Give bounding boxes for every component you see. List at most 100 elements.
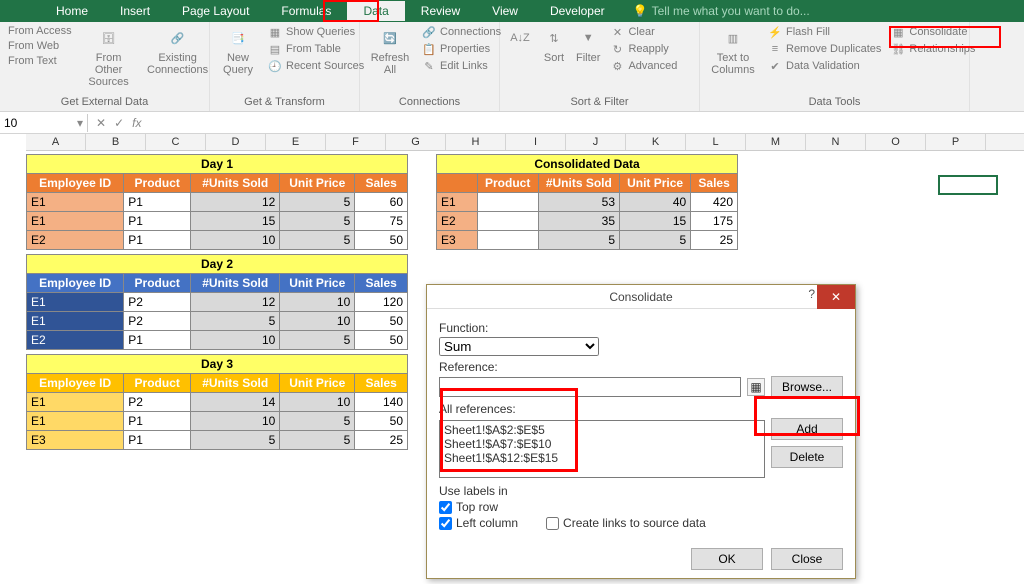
- close-button[interactable]: Close: [771, 548, 843, 570]
- from-text-button[interactable]: From Text: [6, 54, 74, 68]
- sort-button[interactable]: ⇅Sort: [540, 24, 568, 95]
- relationships-button[interactable]: ⛓Relationships: [889, 41, 977, 57]
- tab-data[interactable]: Data: [347, 1, 404, 21]
- col-header-L[interactable]: L: [686, 134, 746, 150]
- formula-bar: 10▾ ✕ ✓ fx: [0, 112, 1024, 134]
- col-header-P[interactable]: P: [926, 134, 986, 150]
- close-icon[interactable]: ✕: [817, 285, 855, 309]
- edit-links-button[interactable]: ✎Edit Links: [420, 58, 503, 74]
- name-box[interactable]: 10▾: [0, 114, 88, 132]
- sort-az-button[interactable]: A↓Z: [506, 24, 534, 95]
- dialog-title-bar[interactable]: Consolidate ? ✕: [427, 285, 855, 309]
- filter-button[interactable]: ▼Filter: [574, 24, 602, 95]
- delete-button[interactable]: Delete: [771, 446, 843, 468]
- from-table-button[interactable]: ▤From Table: [266, 41, 366, 57]
- help-icon[interactable]: ?: [808, 287, 815, 301]
- browse-button[interactable]: Browse...: [771, 376, 843, 398]
- col-header-G[interactable]: G: [386, 134, 446, 150]
- tab-page-layout[interactable]: Page Layout: [166, 1, 265, 21]
- tab-insert[interactable]: Insert: [104, 1, 166, 21]
- refresh-all-button[interactable]: 🔄Refresh All: [366, 24, 414, 95]
- consolidate-icon: ▦: [891, 25, 905, 39]
- spreadsheet-grid[interactable]: ABCDEFGHIJKLMNOP Day 1 Employee ID Produ…: [0, 134, 1024, 151]
- clear-filter-button[interactable]: ✕Clear: [608, 24, 679, 40]
- ribbon: From Access From Web From Text 🗄From Oth…: [0, 22, 1024, 112]
- tab-review[interactable]: Review: [405, 1, 476, 21]
- advanced-icon: ⚙: [610, 59, 624, 73]
- tab-view[interactable]: View: [476, 1, 534, 21]
- left-column-checkbox[interactable]: [439, 517, 452, 530]
- ok-button[interactable]: OK: [691, 548, 763, 570]
- data-validation-button[interactable]: ✔Data Validation: [766, 58, 883, 74]
- enter-icon[interactable]: ✓: [114, 116, 124, 130]
- fx-icon[interactable]: fx: [132, 116, 141, 130]
- from-web-button[interactable]: From Web: [6, 39, 74, 53]
- tab-formulas[interactable]: Formulas: [265, 1, 347, 21]
- col-header-H[interactable]: H: [446, 134, 506, 150]
- formula-input[interactable]: [149, 121, 1024, 125]
- all-references-list[interactable]: Sheet1!$A$2:$E$5 Sheet1!$A$7:$E$10 Sheet…: [439, 420, 765, 478]
- properties-button[interactable]: 📋Properties: [420, 41, 503, 57]
- cancel-icon[interactable]: ✕: [96, 116, 106, 130]
- col-header-D[interactable]: D: [206, 134, 266, 150]
- column-headers: ABCDEFGHIJKLMNOP: [26, 134, 1024, 151]
- clear-icon: ✕: [610, 25, 624, 39]
- day1-title: Day 1: [27, 155, 408, 174]
- refresh-icon: 🔄: [378, 26, 402, 50]
- group-get-external-data: Get External Data: [6, 95, 203, 109]
- from-access-button[interactable]: From Access: [6, 24, 74, 38]
- reference-item[interactable]: Sheet1!$A$7:$E$10: [444, 437, 760, 451]
- range-picker-icon[interactable]: ▦: [747, 378, 765, 396]
- properties-icon: 📋: [422, 42, 436, 56]
- sort-az-icon: A↓Z: [508, 26, 532, 50]
- col-header-I[interactable]: I: [506, 134, 566, 150]
- col-header-E[interactable]: E: [266, 134, 326, 150]
- create-links-checkbox[interactable]: [546, 517, 559, 530]
- active-cell-selection: [938, 175, 998, 195]
- columns-icon: ▥: [721, 26, 745, 50]
- existing-connections-button[interactable]: 🔗Existing Connections: [144, 24, 212, 95]
- col-header-N[interactable]: N: [806, 134, 866, 150]
- reapply-button[interactable]: ↻Reapply: [608, 41, 679, 57]
- add-button[interactable]: Add: [771, 418, 843, 440]
- all-references-label: All references:: [439, 402, 843, 416]
- group-connections: Connections: [366, 95, 493, 109]
- connection-icon: 🔗: [166, 26, 190, 50]
- reference-input[interactable]: [439, 377, 741, 397]
- col-header-K[interactable]: K: [626, 134, 686, 150]
- reference-item[interactable]: Sheet1!$A$12:$E$15: [444, 451, 760, 465]
- reference-item[interactable]: Sheet1!$A$2:$E$5: [444, 423, 760, 437]
- col-header-F[interactable]: F: [326, 134, 386, 150]
- table-day2: Day 2 Employee ID Product #Units Sold Un…: [26, 254, 408, 350]
- col-header-J[interactable]: J: [566, 134, 626, 150]
- new-query-button[interactable]: 📑New Query: [216, 24, 260, 95]
- from-other-sources-button[interactable]: 🗄From Other Sources: [80, 24, 138, 95]
- remove-duplicates-button[interactable]: ≡Remove Duplicates: [766, 41, 883, 57]
- sort-icon: ⇅: [542, 26, 566, 50]
- chevron-down-icon: ▾: [77, 116, 83, 130]
- tell-me-search[interactable]: 💡Tell me what you want to do...: [633, 4, 810, 18]
- col-header-M[interactable]: M: [746, 134, 806, 150]
- table-consolidated: Consolidated Data Product #Units Sold Un…: [436, 154, 738, 250]
- day3-title: Day 3: [27, 355, 408, 374]
- col-header-A[interactable]: A: [26, 134, 86, 150]
- show-queries-button[interactable]: ▦Show Queries: [266, 24, 366, 40]
- col-header-C[interactable]: C: [146, 134, 206, 150]
- consolidate-button[interactable]: ▦Consolidate: [889, 24, 977, 40]
- recent-sources-button[interactable]: 🕘Recent Sources: [266, 58, 366, 74]
- query-icon: 📑: [226, 26, 250, 50]
- tab-home[interactable]: Home: [40, 1, 104, 21]
- col-header-B[interactable]: B: [86, 134, 146, 150]
- col-header-O[interactable]: O: [866, 134, 926, 150]
- connections-button[interactable]: 🔗Connections: [420, 24, 503, 40]
- flash-fill-button[interactable]: ⚡Flash Fill: [766, 24, 883, 40]
- top-row-checkbox[interactable]: [439, 501, 452, 514]
- text-to-columns-button[interactable]: ▥Text to Columns: [706, 24, 760, 95]
- advanced-filter-button[interactable]: ⚙Advanced: [608, 58, 679, 74]
- filter-icon: ▼: [576, 26, 600, 50]
- consolidated-title: Consolidated Data: [437, 155, 738, 174]
- tab-developer[interactable]: Developer: [534, 1, 621, 21]
- function-select[interactable]: Sum: [439, 337, 599, 356]
- reference-label: Reference:: [439, 360, 843, 374]
- database-icon: 🗄: [97, 26, 121, 50]
